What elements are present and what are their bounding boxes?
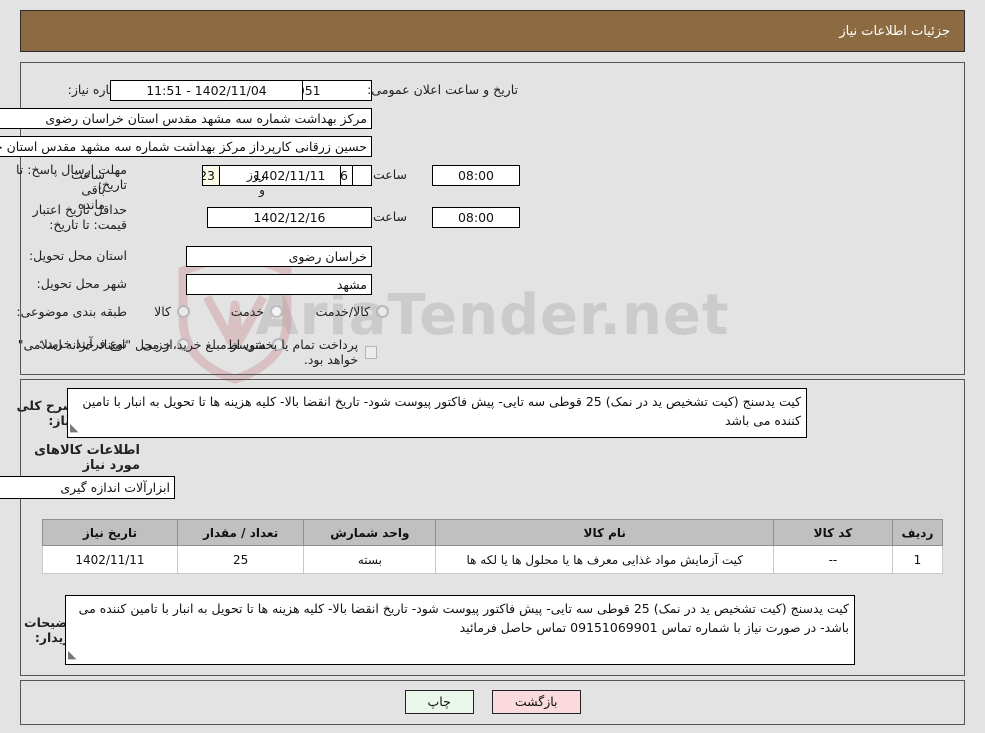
province-field-wrap: خراسان رضوی xyxy=(186,246,372,267)
cell-radif: 1 xyxy=(891,545,944,574)
th-radif: ردیف xyxy=(891,519,944,546)
page-title: جزئیات اطلاعات نیاز xyxy=(839,23,950,39)
page-title-bar: جزئیات اطلاعات نیاز xyxy=(20,10,965,52)
goods-group-field[interactable]: ابزارآلات اندازه گیری xyxy=(0,476,175,499)
delivery-city-field[interactable]: مشهد xyxy=(186,274,372,295)
buyer-org-field[interactable]: مرکز بهداشت شماره سه مشهد مقدس استان خرا… xyxy=(0,108,372,129)
goods-section-title: اطلاعات کالاهای مورد نیاز xyxy=(34,443,140,473)
price-validity-date-field[interactable]: 1402/12/16 xyxy=(207,207,372,228)
goods-table: ردیف کد کالا نام کالا واحد شمارش تعداد /… xyxy=(42,519,944,574)
goods-section-title-wrap: اطلاعات کالاهای مورد نیاز xyxy=(0,443,140,473)
category-radio-kala-khedmat[interactable] xyxy=(376,305,389,318)
th-qty: تعداد / مقدار xyxy=(176,519,305,546)
category-option-2[interactable]: کالا/خدمت xyxy=(316,304,389,319)
response-deadline-label-wrap: مهلت ارسال پاسخ: تا تاریخ: xyxy=(0,162,127,192)
response-deadline-time-wrap: 08:00 xyxy=(432,165,520,186)
price-validity-label-wrap: حداقل تاریخ اعتبار قیمت: تا تاریخ: xyxy=(0,202,127,232)
category-option-1[interactable]: خدمت xyxy=(231,304,283,319)
print-button[interactable]: چاپ xyxy=(404,690,474,714)
city-label-wrap: شهر محل تحویل: xyxy=(37,276,127,291)
price-validity-label: حداقل تاریخ اعتبار قیمت: تا تاریخ: xyxy=(32,202,127,232)
cell-code: -- xyxy=(773,545,893,574)
buyer-org-field-wrap: مرکز بهداشت شماره سه مشهد مقدس استان خرا… xyxy=(0,108,372,129)
description-text: کیت یدسنج (کیت تشخیص ید در نمک) 25 قوطی … xyxy=(82,394,801,428)
response-deadline-time-label-wrap: ساعت xyxy=(373,167,407,182)
treasury-note-wrap[interactable]: پرداخت تمام یا بخشی از مبلغ خرید،از محل … xyxy=(0,337,377,367)
price-validity-date-wrap: 1402/12/16 xyxy=(207,207,372,228)
category-label-wrap: طبقه بندی موضوعی: xyxy=(16,304,127,319)
price-validity-time-wrap: 08:00 xyxy=(432,207,520,228)
price-validity-time-label-wrap: ساعت xyxy=(373,209,407,224)
group-field-wrap: ابزارآلات اندازه گیری xyxy=(0,476,175,499)
page-root: AriaTender.net جزئیات اطلاعات نیاز شماره… xyxy=(0,0,985,733)
buyer-notes-text: کیت یدسنج (کیت تشخیص ید در نمک) 25 قوطی … xyxy=(78,601,849,635)
th-name: نام کالا xyxy=(435,519,774,546)
action-buttons: بازگشت چاپ xyxy=(0,690,985,714)
category-option-0[interactable]: کالا xyxy=(154,304,190,319)
category-label: طبقه بندی موضوعی: xyxy=(16,304,127,319)
th-code: کد کالا xyxy=(773,519,893,546)
response-deadline-label: مهلت ارسال پاسخ: تا تاریخ: xyxy=(16,162,127,192)
announce-datetime-field[interactable]: 1402/11/04 - 11:51 xyxy=(110,80,303,101)
description-textarea[interactable]: کیت یدسنج (کیت تشخیص ید در نمک) 25 قوطی … xyxy=(67,388,807,438)
category-radio-khedmat[interactable] xyxy=(270,305,283,318)
city-field-wrap: مشهد xyxy=(186,274,372,295)
category-option-1-label: خدمت xyxy=(230,304,264,319)
announce-datetime-field-wrap: 1402/11/04 - 11:51 xyxy=(110,80,303,101)
treasury-note-label: پرداخت تمام یا بخشی از مبلغ خرید،از محل … xyxy=(17,337,359,367)
delivery-province-label: استان محل تحویل: xyxy=(28,248,127,263)
announce-datetime-label-wrap: تاریخ و ساعت اعلان عمومی: xyxy=(367,82,518,97)
description-label: شرح کلی نیاز: xyxy=(16,398,75,428)
requester-field-wrap: حسین زرقانی کارپرداز مرکز بهداشت شماره س… xyxy=(0,136,372,157)
remaining-days-field[interactable]: 6 xyxy=(340,165,353,186)
delivery-province-field[interactable]: خراسان رضوی xyxy=(186,246,372,267)
treasury-checkbox[interactable] xyxy=(365,345,377,359)
th-unit: واحد شمارش xyxy=(303,519,437,546)
countdown-wrap: 18:29:23 xyxy=(202,165,220,186)
resize-grip-icon-2[interactable]: ◢ xyxy=(68,645,76,664)
back-button[interactable]: بازگشت xyxy=(491,690,581,714)
th-date: تاریخ نیاز xyxy=(42,519,178,546)
resize-grip-icon[interactable]: ◢ xyxy=(70,418,78,437)
cell-name: کیت آزمایش مواد غذایی معرف ها یا محلول ه… xyxy=(435,545,774,574)
delivery-city-label: شهر محل تحویل: xyxy=(36,276,127,291)
buyer-notes-textarea[interactable]: کیت یدسنج (کیت تشخیص ید در نمک) 25 قوطی … xyxy=(65,595,855,665)
cell-qty: 25 xyxy=(176,545,305,574)
response-deadline-time-field[interactable]: 08:00 xyxy=(432,165,520,186)
category-option-0-label: کالا xyxy=(154,304,171,319)
announce-datetime-label: تاریخ و ساعت اعلان عمومی: xyxy=(367,82,518,97)
remaining-days-wrap: 6 xyxy=(340,165,353,186)
province-label-wrap: استان محل تحویل: xyxy=(29,248,127,263)
description-label-wrap: شرح کلی نیاز: xyxy=(0,398,75,428)
countdown-timer-field: 18:29:23 xyxy=(202,165,220,186)
price-validity-time-label: ساعت xyxy=(372,209,407,224)
cell-unit: بسته xyxy=(303,545,437,574)
cell-date: 1402/11/11 xyxy=(42,545,178,574)
days-label: روز و xyxy=(246,167,265,197)
response-deadline-time-label: ساعت xyxy=(372,167,407,182)
category-option-2-label: کالا/خدمت xyxy=(315,304,370,319)
category-radio-kala[interactable] xyxy=(177,305,190,318)
table-row: 1 -- کیت آزمایش مواد غذایی معرف ها یا مح… xyxy=(42,545,944,574)
price-validity-time-field[interactable]: 08:00 xyxy=(432,207,520,228)
requester-field[interactable]: حسین زرقانی کارپرداز مرکز بهداشت شماره س… xyxy=(0,136,372,157)
table-header-row: ردیف کد کالا نام کالا واحد شمارش تعداد /… xyxy=(42,519,944,546)
